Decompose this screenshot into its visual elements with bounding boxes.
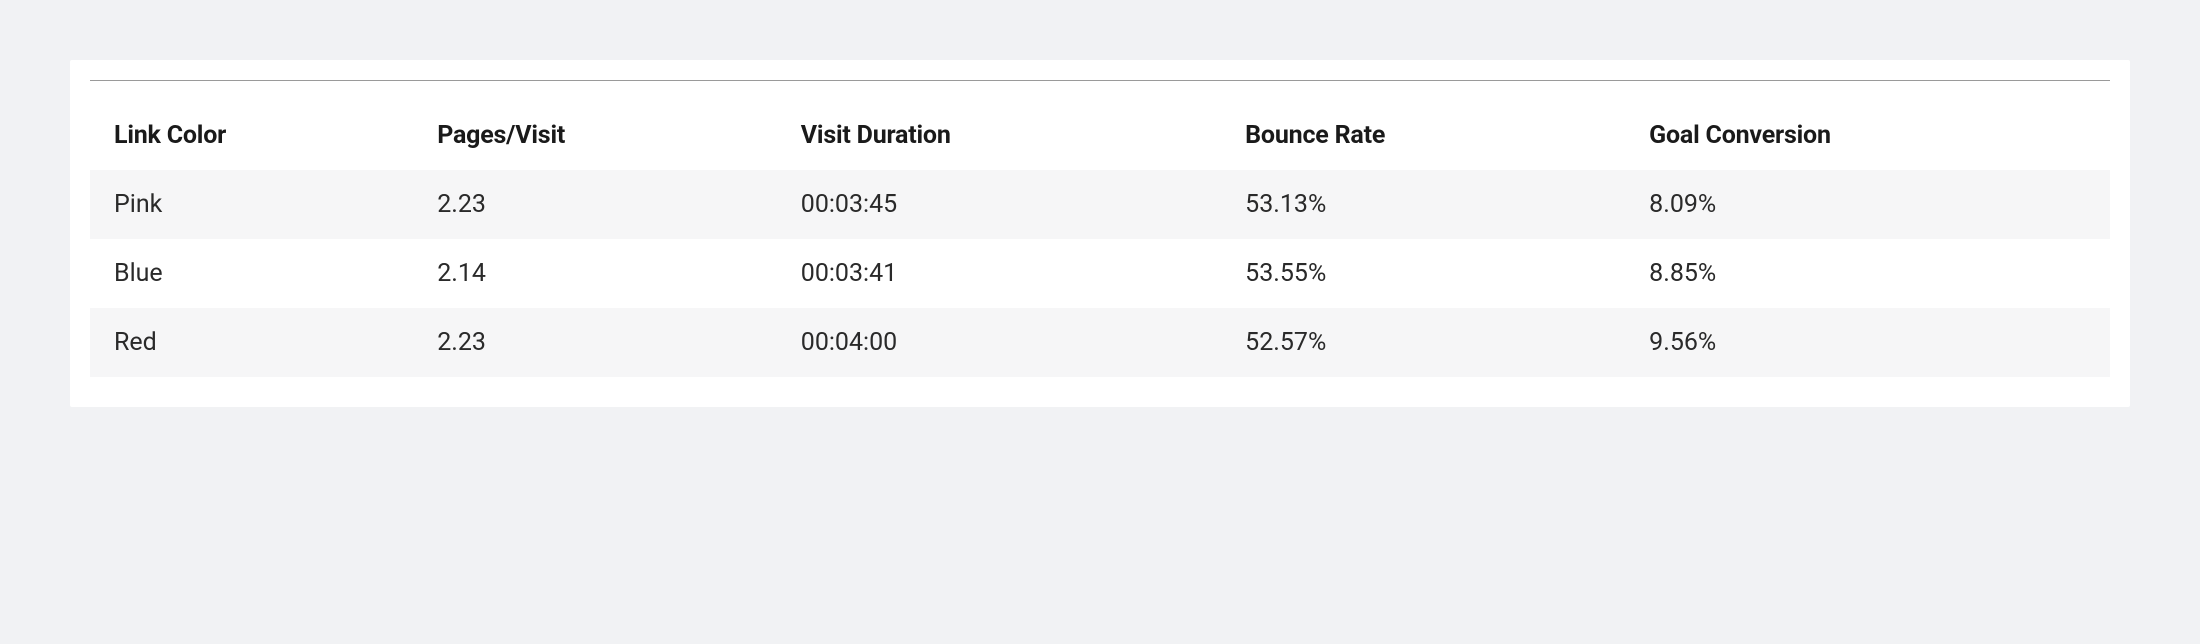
cell-bounce-rate: 52.57%	[1221, 308, 1625, 377]
cell-pages-visit: 2.23	[413, 308, 777, 377]
table-row: Blue 2.14 00:03:41 53.55% 8.85%	[90, 239, 2110, 308]
header-visit-duration: Visit Duration	[777, 101, 1221, 170]
data-table: Link Color Pages/Visit Visit Duration Bo…	[90, 101, 2110, 377]
table-header-row: Link Color Pages/Visit Visit Duration Bo…	[90, 101, 2110, 170]
table-row: Red 2.23 00:04:00 52.57% 9.56%	[90, 308, 2110, 377]
cell-link-color: Red	[90, 308, 413, 377]
header-pages-visit: Pages/Visit	[413, 101, 777, 170]
header-bounce-rate: Bounce Rate	[1221, 101, 1625, 170]
header-goal-conversion: Goal Conversion	[1625, 101, 2110, 170]
table-row: Pink 2.23 00:03:45 53.13% 8.09%	[90, 170, 2110, 239]
cell-link-color: Blue	[90, 239, 413, 308]
cell-bounce-rate: 53.13%	[1221, 170, 1625, 239]
cell-goal-conversion: 8.09%	[1625, 170, 2110, 239]
cell-visit-duration: 00:03:41	[777, 239, 1221, 308]
cell-link-color: Pink	[90, 170, 413, 239]
cell-pages-visit: 2.23	[413, 170, 777, 239]
cell-bounce-rate: 53.55%	[1221, 239, 1625, 308]
cell-pages-visit: 2.14	[413, 239, 777, 308]
table-card: Link Color Pages/Visit Visit Duration Bo…	[70, 60, 2130, 407]
cell-visit-duration: 00:04:00	[777, 308, 1221, 377]
divider	[90, 80, 2110, 81]
cell-visit-duration: 00:03:45	[777, 170, 1221, 239]
cell-goal-conversion: 9.56%	[1625, 308, 2110, 377]
cell-goal-conversion: 8.85%	[1625, 239, 2110, 308]
header-link-color: Link Color	[90, 101, 413, 170]
